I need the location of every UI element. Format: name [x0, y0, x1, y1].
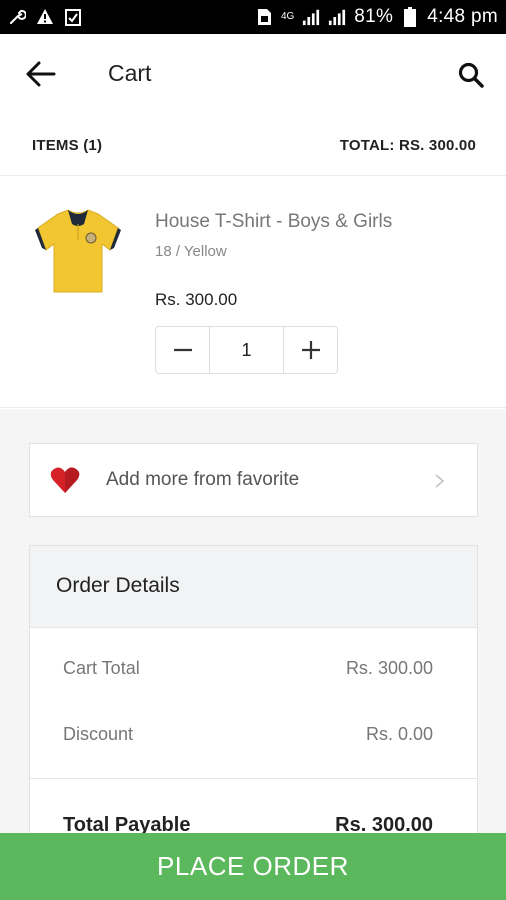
battery-percent: 81% — [354, 6, 394, 27]
quantity-stepper: 1 — [155, 326, 338, 374]
increase-quantity-button[interactable] — [284, 327, 337, 373]
discount-row: Discount Rs. 0.00 — [63, 724, 433, 745]
order-details-header: Order Details — [30, 546, 477, 628]
warning-icon — [36, 8, 54, 26]
battery-icon — [401, 7, 419, 27]
signal-icon — [302, 8, 320, 26]
search-icon — [458, 62, 484, 88]
product-price: Rs. 300.00 — [155, 290, 238, 309]
back-button[interactable] — [22, 56, 58, 92]
app-bar: Cart — [0, 34, 506, 116]
status-bar: 4G 81% 4:48 pm — [0, 0, 506, 34]
order-divider — [30, 778, 477, 779]
cart-item: House T-Shirt - Boys & Girls 18 / Yellow… — [0, 176, 506, 408]
signal-icon-2 — [328, 8, 346, 26]
cart-total-row: Cart Total Rs. 300.00 — [63, 658, 433, 679]
minus-icon — [173, 348, 192, 352]
place-order-button[interactable]: PLACE ORDER — [0, 833, 506, 900]
cart-total-summary: TOTAL: RS. 300.00 — [339, 137, 476, 154]
yellow-tshirt-image — [35, 209, 121, 293]
add-from-favorite-button[interactable]: Add more from favorite — [29, 443, 478, 517]
discount-label: Discount — [63, 724, 134, 744]
discount-value: Rs. 0.00 — [365, 724, 433, 744]
add-from-favorite-label: Add more from favorite — [106, 469, 300, 490]
order-details-title: Order Details — [56, 574, 180, 597]
items-count: ITEMS (1) — [32, 137, 103, 154]
product-image[interactable] — [30, 206, 126, 296]
product-name[interactable]: House T-Shirt - Boys & Girls — [155, 211, 392, 233]
sim-icon — [255, 8, 273, 26]
heart-icon — [50, 467, 80, 493]
cart-total-label: Cart Total — [63, 658, 140, 678]
search-button[interactable] — [454, 58, 488, 92]
decrease-quantity-button[interactable] — [156, 327, 209, 373]
product-variant: 18 / Yellow — [155, 243, 227, 260]
page-title: Cart — [108, 60, 152, 86]
chevron-right-icon — [435, 474, 445, 488]
status-right-icons: 4G 81% 4:48 pm — [255, 6, 498, 28]
plus-icon — [301, 341, 320, 359]
network-type: 4G — [280, 11, 295, 22]
wrench-icon — [8, 8, 26, 26]
cart-summary: ITEMS (1) TOTAL: RS. 300.00 — [0, 116, 506, 176]
arrow-left-icon — [26, 61, 56, 87]
cart-total-value: Rs. 300.00 — [345, 658, 433, 678]
clipboard-check-icon — [64, 8, 82, 26]
quantity-value[interactable]: 1 — [209, 327, 284, 373]
clock: 4:48 pm — [427, 6, 498, 27]
status-left-icons — [8, 8, 82, 26]
